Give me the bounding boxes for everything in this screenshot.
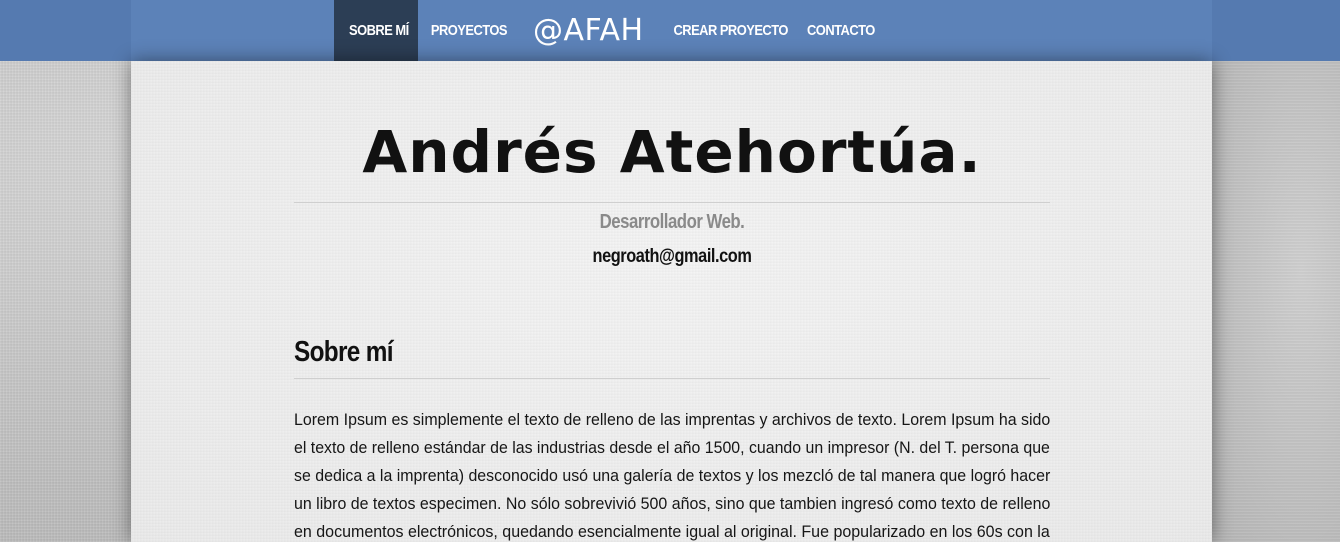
paragraph-line: Lorem Ipsum es simplemente el texto de r… (294, 411, 1051, 429)
paragraph-line: se dedica a la imprenta) desconocido usó… (294, 467, 1051, 485)
site-logo[interactable]: @AFAH (519, 0, 658, 69)
nav-bar-right-edge (1212, 0, 1340, 61)
top-navigation-bar: SOBRE MÍ PROYECTOS @AFAH CREAR PROYECTO … (0, 0, 1340, 61)
nav-item-proyectos[interactable]: PROYECTOS (418, 0, 508, 61)
section-title-about: Sobre mí (294, 336, 394, 368)
nav-item-contacto[interactable]: CONTACTO (807, 0, 888, 61)
background-texture-right (1212, 0, 1340, 542)
email-address[interactable]: negroath@gmail.com (347, 246, 997, 268)
content-panel: Andrés Atehortúa. Desarrollador Web. neg… (131, 61, 1212, 542)
paragraph-line: un libro de textos especimen. No sólo so… (294, 495, 1051, 513)
nav-item-sobre-mi[interactable]: SOBRE MÍ (334, 0, 418, 61)
nav-bar-left-edge (0, 0, 131, 61)
paragraph-line: el texto de relleno estándar de las indu… (294, 439, 1050, 457)
main-nav: SOBRE MÍ PROYECTOS @AFAH CREAR PROYECTO … (334, 0, 900, 61)
section-divider (294, 378, 1050, 379)
page-title: Andrés Atehortúa. (362, 118, 982, 186)
nav-item-crear-proyecto[interactable]: CREAR PROYECTO (658, 0, 788, 61)
paragraph-line: en documentos electrónicos, quedando ese… (294, 523, 1050, 541)
title-divider (294, 202, 1050, 203)
job-title: Desarrollador Web. (599, 211, 745, 233)
about-paragraph: Lorem Ipsum es simplemente el texto de r… (294, 406, 1050, 542)
nav-item-label: SOBRE MÍ (349, 22, 409, 39)
